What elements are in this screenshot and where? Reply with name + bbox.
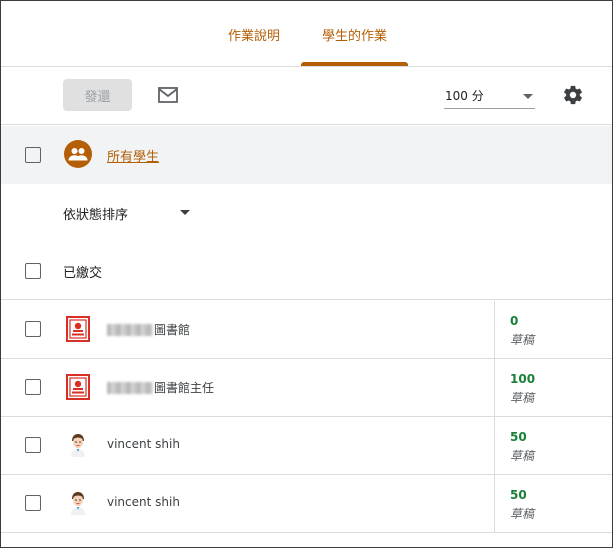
library-badge-icon — [66, 316, 90, 342]
grade-value: 50 — [510, 488, 527, 502]
status-text: 草稿 — [510, 449, 535, 463]
grade-value: 100 — [510, 372, 536, 386]
return-button[interactable]: 發還 — [63, 79, 132, 111]
redacted-name-part — [107, 323, 153, 336]
student-name[interactable]: 圖書館 — [107, 321, 190, 338]
section-select-checkbox[interactable] — [25, 263, 41, 279]
tab-student-work[interactable]: 學生的作業 — [301, 1, 408, 67]
student-row[interactable]: vincent shih 50 草稿 — [1, 475, 612, 533]
all-students-link[interactable]: 所有學生 — [107, 146, 159, 165]
points-dropdown[interactable]: 100 分 — [444, 83, 535, 109]
cartoon-person-avatar — [71, 434, 85, 457]
student-row[interactable]: 圖書館主任 100 草稿 — [1, 359, 612, 417]
student-row[interactable]: vincent shih 50 草稿 — [1, 417, 612, 475]
status-text: 草稿 — [510, 391, 535, 405]
section-label: 已繳交 — [63, 266, 103, 281]
tab-bar: 作業說明 學生的作業 — [1, 1, 612, 67]
student-list: 圖書館 0 草稿 圖書館主任 100 草稿 vincent shih 50 草稿… — [1, 301, 612, 533]
student-checkbox[interactable] — [25, 437, 41, 453]
grade-cell[interactable]: 50 草稿 — [494, 417, 612, 475]
status-text: 草稿 — [510, 333, 535, 347]
grade-cell[interactable]: 0 草稿 — [494, 301, 612, 359]
library-badge-icon — [66, 374, 90, 400]
points-value: 100 分 — [445, 89, 484, 103]
chevron-down-icon — [523, 94, 533, 99]
chevron-down-icon[interactable] — [180, 210, 190, 215]
people-icon — [64, 140, 92, 168]
tab-assignment-instructions[interactable]: 作業說明 — [213, 1, 295, 67]
grade-value: 50 — [510, 430, 527, 444]
grade-value: 0 — [510, 314, 519, 328]
select-all-checkbox[interactable] — [25, 147, 41, 163]
student-work-panel: 作業說明 學生的作業 發還 100 分 所有學生 依狀態排序 已繳交 圖書館 0… — [0, 0, 613, 548]
all-students-row: 所有學生 — [1, 126, 612, 184]
student-row[interactable]: 圖書館 0 草稿 — [1, 301, 612, 359]
student-checkbox[interactable] — [25, 495, 41, 511]
student-checkbox[interactable] — [25, 321, 41, 337]
submitted-section-header: 已繳交 — [1, 242, 612, 300]
student-name[interactable]: 圖書館主任 — [107, 379, 214, 396]
gear-icon[interactable] — [562, 84, 584, 106]
status-text: 草稿 — [510, 507, 535, 521]
cartoon-person-avatar — [71, 492, 85, 515]
sort-dropdown[interactable]: 依狀態排序 — [63, 204, 128, 223]
active-tab-indicator — [301, 62, 408, 66]
student-name[interactable]: vincent shih — [107, 437, 180, 451]
student-name[interactable]: vincent shih — [107, 495, 180, 509]
redacted-name-part — [107, 381, 153, 394]
toolbar: 發還 100 分 — [1, 67, 612, 125]
student-checkbox[interactable] — [25, 379, 41, 395]
grade-cell[interactable]: 100 草稿 — [494, 359, 612, 417]
grade-cell[interactable]: 50 草稿 — [494, 475, 612, 533]
mail-icon[interactable] — [157, 86, 179, 104]
